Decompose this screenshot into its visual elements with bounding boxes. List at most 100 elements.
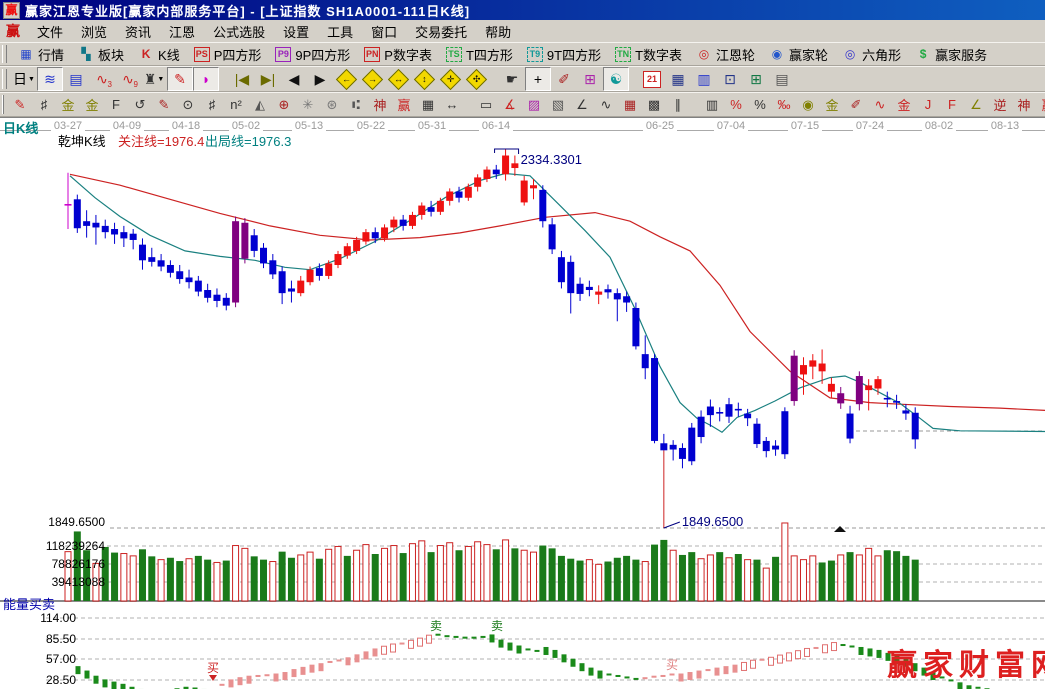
percent-levels-tool[interactable]: ‰ <box>772 93 796 116</box>
next-button[interactable]: ▶ <box>307 67 333 91</box>
menu-item-设置[interactable]: 设置 <box>274 20 318 43</box>
brain-tool-button[interactable]: ☯ <box>603 67 629 91</box>
menu-item-文件[interactable]: 文件 <box>28 20 72 43</box>
wave-9-button[interactable]: ∿9 <box>115 67 141 91</box>
menu-item-江恩[interactable]: 江恩 <box>160 20 204 43</box>
menu-item-公式选股[interactable]: 公式选股 <box>204 20 274 43</box>
gold-circle-tool[interactable]: ◉ <box>796 93 820 116</box>
zoom-out-diamond-button[interactable]: ✣ <box>463 67 489 91</box>
pen-tool-button[interactable]: ✐ <box>551 67 577 91</box>
export-image-button[interactable]: ⊞ <box>743 67 769 91</box>
time-cycle-tool[interactable]: ⊙ <box>176 93 200 116</box>
plain-hash-tool[interactable]: ♯ <box>200 93 224 116</box>
percent-retrace-tool[interactable]: % <box>724 93 748 116</box>
gold-hash-tool-1[interactable]: 金 <box>56 93 80 116</box>
module-button-kline[interactable]: KK线 <box>131 44 187 65</box>
zoom-h-diamond-button[interactable]: ↔ <box>385 67 411 91</box>
zoom-right-diamond-button[interactable]: → <box>359 67 385 91</box>
f-line-tool[interactable]: F <box>940 93 964 116</box>
last-page-button[interactable]: ▶| <box>255 67 281 91</box>
brush-split-tool[interactable]: ✐ <box>844 93 868 116</box>
star-tool[interactable]: ✳ <box>296 93 320 116</box>
save-button[interactable]: ⊡ <box>717 67 743 91</box>
color-chart-button[interactable]: ◗ <box>193 67 219 91</box>
first-page-button[interactable]: |◀ <box>229 67 255 91</box>
module-button-winner-wheel[interactable]: ◉赢家轮 <box>762 44 835 65</box>
grid-tool-2[interactable]: ▩ <box>642 93 666 116</box>
kline-period-button[interactable]: 日▼ <box>11 67 37 91</box>
fan-lines-tool[interactable]: ∡ <box>498 93 522 116</box>
compass-circle-tool[interactable]: ⊕ <box>272 93 296 116</box>
notepad-button[interactable]: ▥ <box>691 67 717 91</box>
menu-item-资讯[interactable]: 资讯 <box>116 20 160 43</box>
module-button-winner-service[interactable]: $赢家服务 <box>908 44 994 65</box>
toolbar-grip[interactable] <box>2 69 7 88</box>
ray-box-tool[interactable]: ▧ <box>546 93 570 116</box>
web-tool[interactable]: ⊛ <box>320 93 344 116</box>
module-button-quotes[interactable]: ▦行情 <box>11 44 71 65</box>
grid-tool[interactable]: ▦ <box>618 93 642 116</box>
module-button-9t-square[interactable]: T99T四方形 <box>520 44 608 65</box>
gann-hash-tool[interactable]: ♯ <box>32 93 56 116</box>
calculator-button[interactable]: ▦ <box>665 67 691 91</box>
memo-button[interactable]: ▤ <box>63 67 89 91</box>
wave-cross-tool[interactable]: ∿ <box>868 93 892 116</box>
protractor-tool[interactable]: ◭ <box>248 93 272 116</box>
chip-tool-button[interactable]: ⊞ <box>577 67 603 91</box>
gold-hash-tool-2[interactable]: 金 <box>80 93 104 116</box>
module-button-p-number-table[interactable]: PNP数字表 <box>357 44 439 65</box>
gold-band-tool[interactable]: 金 <box>892 93 916 116</box>
gold-levels-tool[interactable]: 金 <box>820 93 844 116</box>
menu-item-交易委托[interactable]: 交易委托 <box>406 20 476 43</box>
print-button[interactable]: ▤ <box>769 67 795 91</box>
width-arrow-tool[interactable]: ↔ <box>440 93 464 116</box>
spiral-tool[interactable]: ↺ <box>128 93 152 116</box>
calendar-button[interactable]: 21 <box>639 67 665 91</box>
crosshair-tool-button[interactable]: + <box>525 67 551 91</box>
j-line-tool[interactable]: J <box>916 93 940 116</box>
zoom-v-diamond-button[interactable]: ↕ <box>411 67 437 91</box>
grid-123-tool[interactable]: ▦ <box>416 93 440 116</box>
sketch-button[interactable]: ✎ <box>167 67 193 91</box>
wave-3-button[interactable]: ∿3 <box>89 67 115 91</box>
parallel-lines-tool[interactable]: ∥ <box>666 93 690 116</box>
menu-item-工具[interactable]: 工具 <box>318 20 362 43</box>
module-button-sectors[interactable]: ▚板块 <box>71 44 131 65</box>
module-button-p-square[interactable]: PSP四方形 <box>187 44 269 65</box>
module-button-hexagon[interactable]: ◎六角形 <box>835 44 908 65</box>
brush-tool[interactable]: ✎ <box>8 93 32 116</box>
hand-tool-button[interactable]: ☛ <box>499 67 525 91</box>
trend-angle-tool[interactable]: ∠ <box>570 93 594 116</box>
price-bars-tool[interactable]: ▥ <box>700 93 724 116</box>
rect-tool[interactable]: ▭ <box>474 93 498 116</box>
prev-button[interactable]: ◀ <box>281 67 307 91</box>
toolbar-grip[interactable] <box>2 95 4 113</box>
zigzag-view-button[interactable]: ≋ <box>37 67 63 91</box>
gann-ying-line-tool[interactable]: 赢 <box>1036 93 1045 116</box>
zoom-left-diamond-button[interactable]: ← <box>333 67 359 91</box>
module-button-t-number-table[interactable]: TNT数字表 <box>608 44 689 65</box>
fan-box-tool[interactable]: ▨ <box>522 93 546 116</box>
angle-marks-tool[interactable]: ⑆ <box>344 93 368 116</box>
shen-hash-tool[interactable]: 神 <box>368 93 392 116</box>
module-button-t-square[interactable]: TST四方形 <box>439 44 520 65</box>
gann-shen-line-tool[interactable]: 神 <box>1012 93 1036 116</box>
kline-chart[interactable]: 03-2704-0904-1805-0205-1305-2205-3106-14… <box>0 118 1045 689</box>
percent-tool[interactable]: % <box>748 93 772 116</box>
toolbar-grip[interactable] <box>2 45 7 63</box>
speed-line-tool[interactable]: 逆 <box>988 93 1012 116</box>
chart-area[interactable]: 03-2704-0904-1805-0205-1305-2205-3106-14… <box>0 117 1045 689</box>
module-button-gann-wheel[interactable]: ◎江恩轮 <box>689 44 762 65</box>
wave-tool[interactable]: ∿ <box>594 93 618 116</box>
menu-item-浏览[interactable]: 浏览 <box>72 20 116 43</box>
n-square-tool[interactable]: n² <box>224 93 248 116</box>
fib-hash-tool[interactable]: F <box>104 93 128 116</box>
zoom-in-diamond-button[interactable]: ✛ <box>437 67 463 91</box>
candle-style-button[interactable]: ♜▼ <box>141 67 167 91</box>
ying-hash-tool[interactable]: 赢 <box>392 93 416 116</box>
menu-item-帮助[interactable]: 帮助 <box>476 20 520 43</box>
module-button-9p-square[interactable]: P99P四方形 <box>268 44 357 65</box>
menu-item-窗口[interactable]: 窗口 <box>362 20 406 43</box>
title-bar[interactable]: 赢 赢家江恩专业版[赢家内部服务平台] - [上证指数 SH1A0001-111… <box>0 0 1045 20</box>
pen-hash-tool[interactable]: ✎ <box>152 93 176 116</box>
